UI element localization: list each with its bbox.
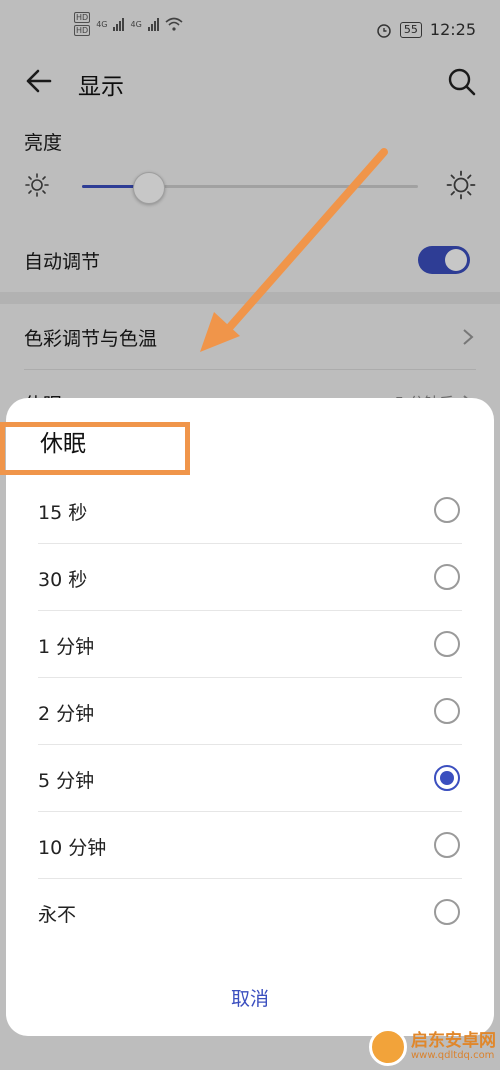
radio-button[interactable] — [434, 564, 460, 590]
option-label: 10 分钟 — [38, 837, 107, 859]
watermark: 启东安卓网 www.qdltdq.com — [369, 1028, 496, 1066]
option-5min[interactable]: 5 分钟 — [38, 745, 462, 812]
radio-button[interactable] — [434, 765, 460, 791]
watermark-text: 启东安卓网 www.qdltdq.com — [411, 1030, 496, 1061]
radio-button[interactable] — [434, 899, 460, 925]
option-label: 1 分钟 — [38, 636, 95, 658]
sleep-options: 15 秒 30 秒 1 分钟 2 分钟 5 分钟 10 分钟 永不 — [38, 477, 462, 946]
option-label: 15 秒 — [38, 502, 88, 524]
option-label: 30 秒 — [38, 569, 88, 591]
radio-button[interactable] — [434, 698, 460, 724]
radio-button[interactable] — [434, 497, 460, 523]
option-never[interactable]: 永不 — [38, 879, 462, 946]
radio-button[interactable] — [434, 631, 460, 657]
radio-button[interactable] — [434, 832, 460, 858]
option-label: 永不 — [38, 904, 77, 926]
watermark-name: 启东安卓网 — [411, 1030, 496, 1051]
sleep-dialog: 休眠 15 秒 30 秒 1 分钟 2 分钟 5 分钟 10 分钟 永不 取消 — [6, 398, 494, 1036]
option-label: 5 分钟 — [38, 770, 95, 792]
option-30s[interactable]: 30 秒 — [38, 544, 462, 611]
cancel-button[interactable]: 取消 — [6, 984, 494, 1011]
option-2min[interactable]: 2 分钟 — [38, 678, 462, 745]
option-1min[interactable]: 1 分钟 — [38, 611, 462, 678]
highlight-box — [0, 422, 190, 475]
watermark-url: www.qdltdq.com — [411, 1049, 495, 1061]
watermark-logo-icon — [369, 1028, 407, 1066]
option-10min[interactable]: 10 分钟 — [38, 812, 462, 879]
option-15s[interactable]: 15 秒 — [38, 477, 462, 544]
option-label: 2 分钟 — [38, 703, 95, 725]
